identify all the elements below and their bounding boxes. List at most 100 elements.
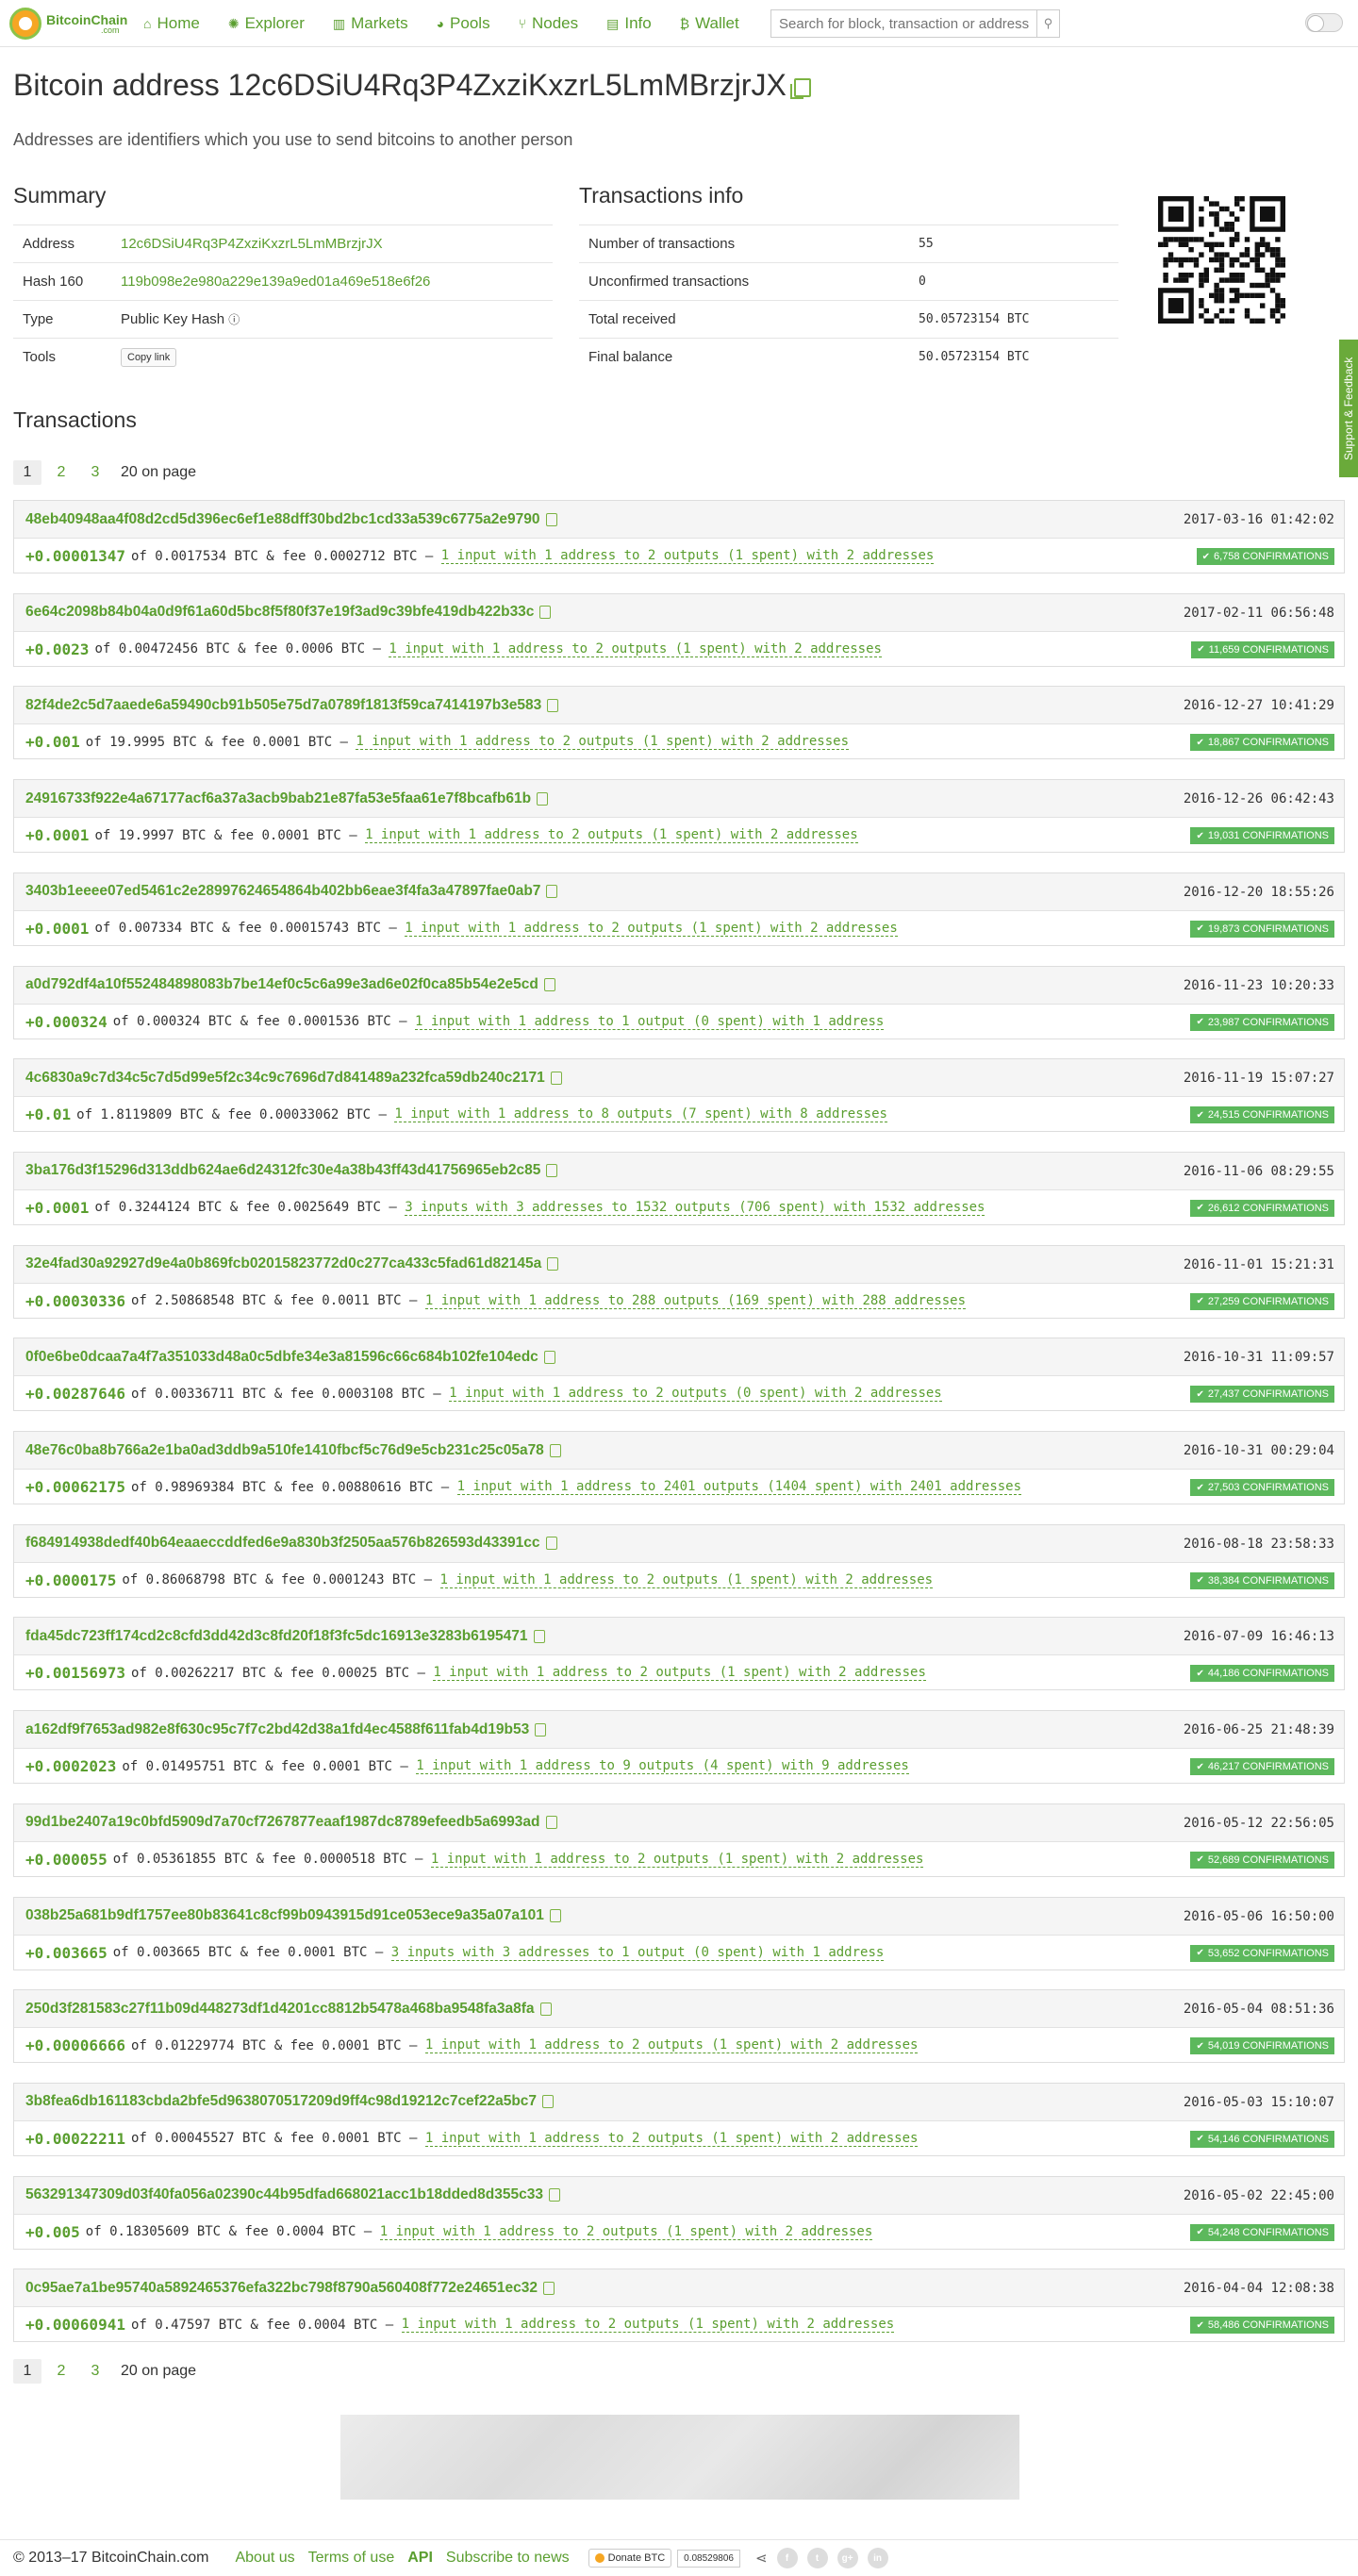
copy-icon[interactable] bbox=[539, 606, 552, 620]
googleplus-icon[interactable]: g+ bbox=[836, 2548, 858, 2568]
transaction-io-link[interactable]: 1 input with 1 address to 2 outputs (1 s… bbox=[379, 2224, 873, 2240]
facebook-icon[interactable]: f bbox=[776, 2548, 798, 2568]
transaction-io-link[interactable]: 3 inputs with 3 addresses to 1 output (0… bbox=[390, 1945, 885, 1961]
copy-icon[interactable] bbox=[542, 2095, 555, 2109]
copy-icon[interactable] bbox=[545, 512, 557, 526]
copy-icon[interactable] bbox=[547, 698, 559, 712]
share-icon[interactable]: ⋖ bbox=[755, 2550, 768, 2567]
transaction-io-link[interactable]: 1 input with 1 address to 2 outputs (1 s… bbox=[389, 641, 882, 657]
footer-api-link[interactable]: API bbox=[407, 2550, 433, 2567]
transaction-hash-link[interactable]: 3403b1eeee07ed5461c2e28997624654864b402b… bbox=[25, 883, 540, 900]
transaction-hash-link[interactable]: a162df9f7653ad982e8f630c95c7f7c2bd42d38a… bbox=[25, 1721, 529, 1738]
transaction-io-link[interactable]: 1 input with 1 address to 2 outputs (1 s… bbox=[439, 1572, 934, 1588]
copy-icon[interactable] bbox=[545, 1816, 557, 1830]
transaction-io-link[interactable]: 1 input with 1 address to 9 outputs (4 s… bbox=[416, 1758, 909, 1775]
brand-logo[interactable]: BitcoinChain .com bbox=[9, 8, 127, 40]
transaction-hash-link[interactable]: 6e64c2098b84b04a0d9f61a60d5bc8f5f80f37e1… bbox=[25, 604, 534, 621]
support-feedback-tab[interactable]: Support & Feedback bbox=[1339, 340, 1358, 477]
transaction-hash-link[interactable]: f684914938dedf40b64eaaeccddfed6e9a830b3f… bbox=[25, 1535, 540, 1552]
transaction-io-link[interactable]: 1 input with 1 address to 2 outputs (0 s… bbox=[449, 1386, 942, 1403]
transaction-hash-link[interactable]: 48e76c0ba8b766a2e1ba0ad3ddb9a510fe1410fb… bbox=[25, 1442, 544, 1459]
nav-info[interactable]: ▤ Info bbox=[606, 14, 652, 33]
copy-icon[interactable] bbox=[548, 2188, 560, 2202]
copy-icon[interactable] bbox=[789, 77, 811, 99]
transaction-hash-link[interactable]: 038b25a681b9df1757ee80b83641c8cf99b09439… bbox=[25, 1907, 544, 1924]
transaction-io-link[interactable]: 1 input with 1 address to 1 output (0 sp… bbox=[415, 1014, 885, 1030]
page-link-3[interactable]: 3 bbox=[81, 2359, 109, 2384]
info-circle-icon[interactable]: ⓘ bbox=[228, 313, 240, 326]
transaction-summary: +0.0023 of 0.00472456 BTC & fee 0.0006 BT… bbox=[14, 632, 1344, 667]
per-page-select[interactable]: 20 on page bbox=[121, 464, 196, 481]
copy-link-button[interactable]: Copy link bbox=[121, 347, 177, 367]
nav-info-label: Info bbox=[624, 14, 652, 32]
transaction-hash-link[interactable]: 32e4fad30a92927d9e4a0b869fcb02015823772d… bbox=[25, 1255, 541, 1272]
transaction-hash-link[interactable]: 48eb40948aa4f08d2cd5d396ec6ef1e88dff30bd… bbox=[25, 511, 540, 528]
transaction-hash-link[interactable]: fda45dc723ff174cd2c8cfd3dd42d3c8fd20f18f… bbox=[25, 1628, 528, 1645]
transaction-hash-link[interactable]: 24916733f922e4a67177acf6a37a3acb9bab21e8… bbox=[25, 790, 531, 807]
transaction-io-link[interactable]: 1 input with 1 address to 2401 outputs (… bbox=[456, 1479, 1022, 1495]
transaction-hash-link[interactable]: 99d1be2407a19c0bfd5909d7a70cf7267877eaaf… bbox=[25, 1814, 540, 1831]
donate-button[interactable]: Donate BTC bbox=[588, 2549, 672, 2568]
search-input[interactable] bbox=[771, 10, 1036, 37]
transaction-io-link[interactable]: 1 input with 1 address to 2 outputs (1 s… bbox=[405, 921, 898, 937]
transaction-header: 3ba176d3f15296d313ddb624ae6d24312fc30e4a… bbox=[14, 1152, 1344, 1190]
page-link-2[interactable]: 2 bbox=[47, 2359, 75, 2384]
transaction-hash-link[interactable]: 563291347309d03f40fa056a02390c44b95dfad6… bbox=[25, 2186, 543, 2203]
ad-banner[interactable] bbox=[340, 2415, 1019, 2500]
copy-icon[interactable] bbox=[543, 978, 555, 991]
copy-icon[interactable] bbox=[545, 1537, 557, 1551]
transaction-hash-link[interactable]: a0d792df4a10f552484898083b7be14ef0c5c6a9… bbox=[25, 976, 538, 993]
copy-icon[interactable] bbox=[546, 885, 558, 899]
transaction-io-link[interactable]: 1 input with 1 address to 2 outputs (1 s… bbox=[365, 827, 858, 844]
per-page-select[interactable]: 20 on page bbox=[121, 2363, 196, 2380]
copy-icon[interactable] bbox=[535, 1722, 547, 1737]
transaction-io-link[interactable]: 1 input with 1 address to 2 outputs (1 s… bbox=[424, 2037, 919, 2054]
copy-icon[interactable] bbox=[543, 2281, 555, 2295]
copy-icon[interactable] bbox=[547, 1257, 559, 1271]
transaction-hash-link[interactable]: 0f0e6be0dcaa7a4f7a351033d48a0c5dbfe34e3a… bbox=[25, 1349, 538, 1366]
copy-icon[interactable] bbox=[543, 1350, 555, 1364]
page-link-1[interactable]: 1 bbox=[13, 460, 41, 485]
nav-explorer[interactable]: ✺ Explorer bbox=[228, 14, 305, 33]
transaction-hash-link[interactable]: 82f4de2c5d7aaede6a59490cb91b505e75d7a078… bbox=[25, 697, 541, 714]
copy-icon[interactable] bbox=[539, 2002, 552, 2016]
page-link-3[interactable]: 3 bbox=[81, 460, 109, 485]
page-link-1[interactable]: 1 bbox=[13, 2359, 41, 2384]
nav-markets[interactable]: ▥ Markets bbox=[333, 14, 408, 33]
search-button[interactable]: ⚲ bbox=[1036, 10, 1059, 37]
nav-pools[interactable]: ◕ Pools bbox=[437, 14, 490, 33]
nav-wallet[interactable]: ₿ Wallet bbox=[680, 14, 739, 33]
footer-subscribe-link[interactable]: Subscribe to news bbox=[446, 2550, 570, 2567]
theme-toggle[interactable] bbox=[1305, 13, 1343, 32]
linkedin-icon[interactable]: in bbox=[867, 2548, 888, 2568]
transaction-hash-link[interactable]: 3b8fea6db161183cbda2bfe5d9638070517209d9… bbox=[25, 2093, 537, 2110]
transaction-io-link[interactable]: 1 input with 1 address to 2 outputs (1 s… bbox=[356, 734, 850, 751]
transaction-io-link[interactable]: 1 input with 1 address to 2 outputs (1 s… bbox=[430, 1852, 924, 1868]
transaction-io-link[interactable]: 1 input with 1 address to 2 outputs (1 s… bbox=[401, 2317, 895, 2334]
copy-icon[interactable] bbox=[550, 1071, 562, 1085]
transaction-io-link[interactable]: 1 input with 1 address to 2 outputs (1 s… bbox=[440, 548, 935, 564]
transaction-hash-link[interactable]: 3ba176d3f15296d313ddb624ae6d24312fc30e4a… bbox=[25, 1162, 540, 1179]
address-link[interactable]: 12c6DSiU4Rq3P4ZxziKxzrL5LmMBrzjrJX bbox=[111, 224, 553, 263]
transaction-io-link[interactable]: 1 input with 1 address to 2 outputs (1 s… bbox=[424, 2131, 919, 2147]
copy-icon[interactable] bbox=[537, 791, 549, 806]
copy-icon[interactable] bbox=[549, 1443, 561, 1457]
confirmations-badge: 19,873 CONFIRMATIONS bbox=[1190, 920, 1334, 938]
copy-icon[interactable] bbox=[546, 1164, 558, 1178]
transaction-hash-link[interactable]: 250d3f281583c27f11b09d448273df1d4201cc88… bbox=[25, 2001, 535, 2018]
nav-home[interactable]: ⌂ Home bbox=[143, 14, 200, 33]
transaction-hash-link[interactable]: 4c6830a9c7d34c5c7d5d99e5f2c34c9c7696d7d8… bbox=[25, 1070, 545, 1087]
copy-icon[interactable] bbox=[533, 1629, 545, 1643]
page-link-2[interactable]: 2 bbox=[47, 460, 75, 485]
footer-about-link[interactable]: About us bbox=[235, 2550, 294, 2567]
transaction-hash-link[interactable]: 0c95ae7a1be95740a5892465376efa322bc798f8… bbox=[25, 2280, 538, 2297]
transaction-io-link[interactable]: 1 input with 1 address to 288 outputs (1… bbox=[424, 1293, 967, 1309]
hash160-link[interactable]: 119b098e2e980a229e139a9ed01a469e518e6f26 bbox=[111, 262, 553, 301]
nav-nodes[interactable]: ⑂ Nodes bbox=[519, 14, 579, 33]
copy-icon[interactable] bbox=[549, 1909, 561, 1922]
transaction-io-link[interactable]: 1 input with 1 address to 8 outputs (7 s… bbox=[394, 1106, 887, 1123]
footer-terms-link[interactable]: Terms of use bbox=[308, 2550, 395, 2567]
twitter-icon[interactable]: t bbox=[806, 2548, 828, 2568]
transaction-io-link[interactable]: 1 input with 1 address to 2 outputs (1 s… bbox=[433, 1665, 926, 1682]
transaction-io-link[interactable]: 3 inputs with 3 addresses to 1532 output… bbox=[405, 1200, 985, 1216]
